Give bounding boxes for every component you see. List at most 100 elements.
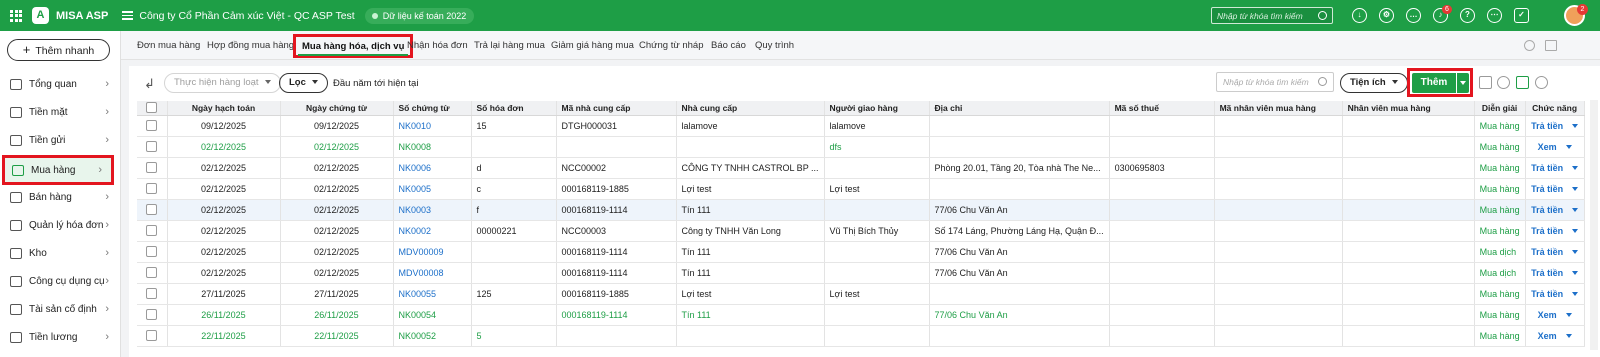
row-checkbox[interactable] [146, 246, 158, 258]
column-header[interactable]: Số hóa đơn [471, 101, 557, 116]
search-icon[interactable] [1318, 11, 1327, 20]
layout-list-icon[interactable] [1545, 40, 1557, 51]
row-action-button[interactable]: Trả tiền [1531, 289, 1579, 299]
column-header[interactable]: Mã nhà cung cấp [556, 101, 677, 116]
settings-icon[interactable]: ⚙ [1379, 8, 1394, 23]
sidebar-item-salary[interactable]: Tiền lương › [0, 323, 121, 351]
period-label[interactable]: Đầu năm tới hiện tại [333, 78, 418, 89]
document-link[interactable]: NK0005 [399, 184, 432, 194]
search-icon[interactable] [1318, 77, 1327, 86]
row-checkbox[interactable] [146, 309, 158, 321]
row-checkbox[interactable] [146, 330, 158, 342]
row-action-cell[interactable]: Xem [1525, 325, 1585, 347]
document-link[interactable]: NK0002 [399, 226, 432, 236]
help-icon[interactable]: ? [1460, 8, 1475, 23]
refresh-icon[interactable] [1497, 76, 1510, 89]
list-search-input[interactable]: Nhập từ khóa tìm kiếm [1216, 72, 1334, 92]
chevron-down-icon[interactable] [1572, 292, 1579, 297]
tab-settings-icon[interactable] [1524, 40, 1535, 51]
quick-add-button[interactable]: + Thêm nhanh [7, 39, 110, 61]
column-header[interactable]: Số chứng từ [393, 101, 472, 116]
tab-receive-invoice[interactable]: Nhận hóa đơn [407, 31, 468, 59]
row-action-cell[interactable]: Trả tiền [1525, 220, 1585, 242]
row-action-cell[interactable]: Trả tiền [1525, 157, 1585, 179]
row-action-button[interactable]: Trả tiền [1531, 226, 1579, 236]
global-search-input[interactable]: Nhập từ khóa tìm kiếm [1211, 7, 1333, 24]
row-checkbox-cell[interactable] [137, 283, 168, 305]
column-header[interactable]: Ngày hạch toán [167, 101, 281, 116]
more-icon[interactable]: ⋯ [1487, 8, 1502, 23]
select-all-checkbox[interactable] [137, 101, 168, 116]
add-dropdown-caret-icon[interactable] [1457, 73, 1469, 93]
row-checkbox[interactable] [146, 267, 158, 279]
table-row[interactable]: 02/12/2025 02/12/2025 MDV00009 000168119-11… [137, 241, 1585, 263]
document-link[interactable]: MDV00008 [399, 268, 444, 278]
row-action-button[interactable]: Xem [1538, 142, 1572, 152]
app-grid-icon[interactable] [10, 9, 22, 22]
row-checkbox-cell[interactable] [137, 115, 168, 137]
row-checkbox-cell[interactable] [137, 199, 168, 221]
bell-icon[interactable]: ♪ 6 [1433, 5, 1452, 23]
row-checkbox[interactable] [146, 225, 158, 237]
sidebar-item-warehouse[interactable]: Kho › [0, 239, 121, 267]
chevron-down-icon[interactable] [1565, 145, 1572, 150]
hierarchy-icon[interactable] [1479, 76, 1492, 89]
tab-purchase-returns[interactable]: Trả lại hàng mua [474, 31, 545, 59]
row-checkbox[interactable] [146, 183, 158, 195]
table-row[interactable]: 22/11/2025 22/11/2025 NK00052 5 Mua hàng Xem [137, 325, 1585, 347]
chevron-down-icon[interactable] [1572, 208, 1579, 213]
sidebar-item-assets[interactable]: Tài sản cố định › [0, 295, 121, 323]
column-header[interactable]: Mã số thuế [1109, 101, 1215, 116]
chevron-down-icon[interactable] [1572, 229, 1579, 234]
row-checkbox[interactable] [146, 120, 158, 132]
row-checkbox[interactable] [146, 162, 158, 174]
chevron-down-icon[interactable] [1572, 166, 1579, 171]
chevron-down-icon[interactable] [1565, 313, 1572, 318]
row-checkbox-cell[interactable] [137, 136, 168, 158]
row-action-button[interactable]: Xem [1538, 310, 1572, 320]
row-action-button[interactable]: Trả tiền [1531, 121, 1579, 131]
table-row[interactable]: 27/11/2025 27/11/2025 NK00055 125 000168119-… [137, 283, 1585, 305]
cell-doc_no[interactable]: NK0008 [393, 136, 472, 158]
row-action-cell[interactable]: Trả tiền [1525, 115, 1585, 137]
sidebar-item-overview[interactable]: Tổng quan › [0, 70, 121, 98]
row-action-button[interactable]: Trả tiền [1531, 268, 1579, 278]
bulk-action-dropdown[interactable]: Thực hiện hàng loạt [164, 73, 281, 93]
table-row[interactable]: 02/12/2025 02/12/2025 NK0003 f 000168119-111… [137, 199, 1585, 221]
column-header[interactable]: Ngày chứng từ [280, 101, 394, 116]
cell-doc_no[interactable]: NK0005 [393, 178, 472, 200]
row-checkbox-cell[interactable] [137, 157, 168, 179]
sidebar-item-deposit[interactable]: Tiền gửi › [0, 126, 121, 154]
document-link[interactable]: NK0003 [399, 205, 432, 215]
tab-draft-documents[interactable]: Chứng từ nháp [639, 31, 703, 59]
cell-doc_no[interactable]: NK0006 [393, 157, 472, 179]
sidebar-item-invoices[interactable]: Quản lý hóa đơn › [0, 211, 121, 239]
company-name[interactable]: Công ty Cổ Phần Cảm xúc Việt - QC ASP Te… [139, 10, 354, 22]
row-action-button[interactable]: Trả tiền [1531, 247, 1579, 257]
row-checkbox-cell[interactable] [137, 262, 168, 284]
chevron-down-icon[interactable] [1572, 187, 1579, 192]
tab-purchase-goods-services[interactable]: Mua hàng hóa, dịch vụ [293, 34, 414, 58]
sort-arrow-icon[interactable]: ↲ [144, 76, 155, 92]
row-checkbox[interactable] [146, 141, 158, 153]
row-action-button[interactable]: Trả tiền [1531, 163, 1579, 173]
filter-dropdown[interactable]: Lọc [279, 73, 328, 93]
sidebar-item-purchase[interactable]: Mua hàng › [2, 155, 114, 185]
column-header[interactable]: Diễn giải [1474, 101, 1526, 116]
vertical-scrollbar[interactable] [1590, 100, 1598, 350]
download-icon[interactable]: ↓ [1352, 8, 1367, 23]
chat-icon[interactable]: … [1406, 8, 1421, 23]
chevron-down-icon[interactable] [1572, 250, 1579, 255]
cell-doc_no[interactable]: NK00054 [393, 304, 472, 326]
checkbox[interactable] [146, 102, 158, 114]
row-action-cell[interactable]: Trả tiền [1525, 178, 1585, 200]
row-checkbox-cell[interactable] [137, 241, 168, 263]
cell-doc_no[interactable]: MDV00009 [393, 241, 472, 263]
row-action-cell[interactable]: Trả tiền [1525, 283, 1585, 305]
sidebar-item-sales[interactable]: Bán hàng › [0, 183, 121, 211]
document-link[interactable]: NK00055 [399, 289, 437, 299]
row-action-cell[interactable]: Trả tiền [1525, 199, 1585, 221]
utilities-dropdown[interactable]: Tiện ích [1340, 73, 1408, 93]
document-link[interactable]: MDV00009 [399, 247, 444, 257]
table-row[interactable]: 02/12/2025 02/12/2025 NK0002 00000221 NCC000… [137, 220, 1585, 242]
